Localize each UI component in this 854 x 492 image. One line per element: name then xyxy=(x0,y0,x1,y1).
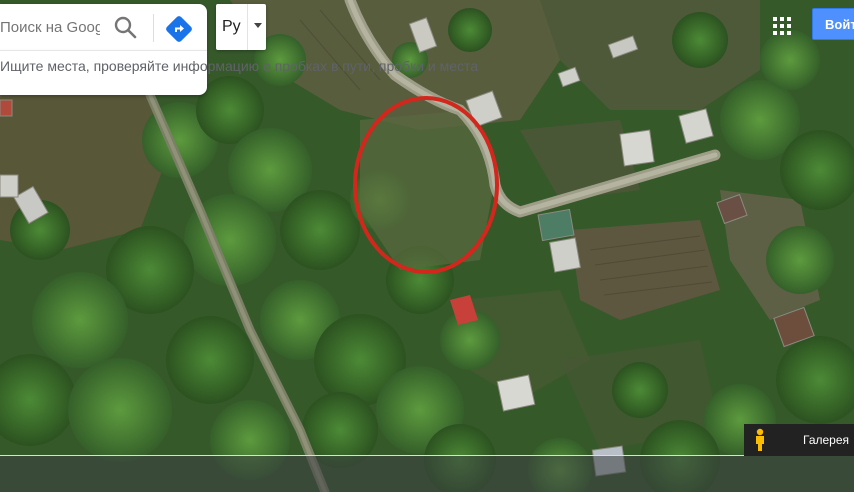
bottom-bar xyxy=(0,455,854,492)
language-select[interactable]: Ру xyxy=(216,4,266,50)
search-input[interactable] xyxy=(0,17,100,37)
pegman-icon xyxy=(756,428,764,451)
search-button[interactable] xyxy=(112,15,140,41)
search-hint-text: Ищите места, проверяйте информацию о про… xyxy=(0,58,479,74)
apps-button[interactable] xyxy=(770,14,794,38)
search-divider xyxy=(153,14,154,42)
gallery-panel[interactable]: Галерея xyxy=(744,424,854,456)
language-value: Ру xyxy=(222,18,241,35)
directions-button[interactable] xyxy=(165,15,193,43)
signin-button[interactable]: Войти xyxy=(812,8,854,40)
bottom-divider xyxy=(0,455,744,456)
satellite-map[interactable]: Ищите места, проверяйте информацию о про… xyxy=(0,0,854,492)
search-icon xyxy=(114,16,137,39)
pegman-button[interactable] xyxy=(752,428,768,452)
directions-icon xyxy=(166,16,192,42)
search-hint-panel: Ищите места, проверяйте информацию о про… xyxy=(0,50,478,95)
dropdown-arrow-icon xyxy=(254,23,262,28)
search-box xyxy=(0,4,207,50)
gallery-label: Галерея xyxy=(803,433,850,447)
language-separator xyxy=(247,4,248,50)
apps-grid-icon xyxy=(773,17,791,35)
